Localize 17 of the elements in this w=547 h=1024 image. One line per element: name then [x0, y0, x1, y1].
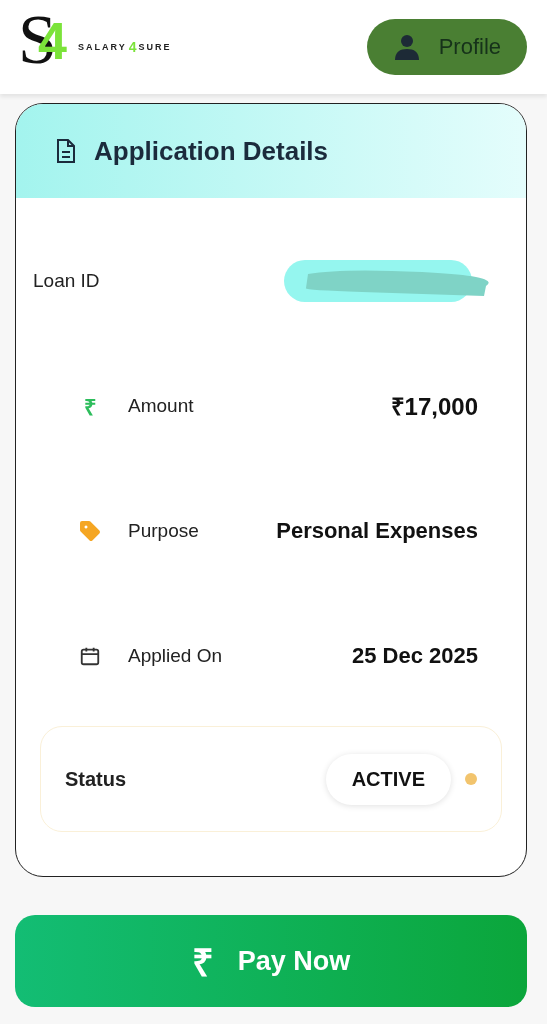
- profile-button[interactable]: Profile: [366, 19, 527, 75]
- row-label: Amount: [128, 394, 194, 417]
- status-badge: ACTIVE: [325, 753, 451, 805]
- document-icon: [54, 138, 78, 164]
- row-value: 25 Dec 2025: [352, 642, 478, 669]
- person-icon: [394, 34, 419, 60]
- row-label: Loan ID: [33, 269, 100, 292]
- rupee-icon: ₹: [83, 390, 97, 421]
- card-title: Application Details: [94, 135, 329, 167]
- row-label: Applied On: [128, 644, 222, 667]
- logo-wordmark: SALARY 4 SURE: [78, 39, 172, 55]
- pay-now-button[interactable]: ₹ Pay Now: [15, 915, 527, 1007]
- tag-icon: [78, 518, 102, 543]
- row-value: Personal Expenses: [276, 517, 478, 544]
- status-label: Status: [65, 767, 127, 791]
- row-label: Purpose: [128, 519, 199, 542]
- row-value: ₹17,000: [390, 392, 478, 422]
